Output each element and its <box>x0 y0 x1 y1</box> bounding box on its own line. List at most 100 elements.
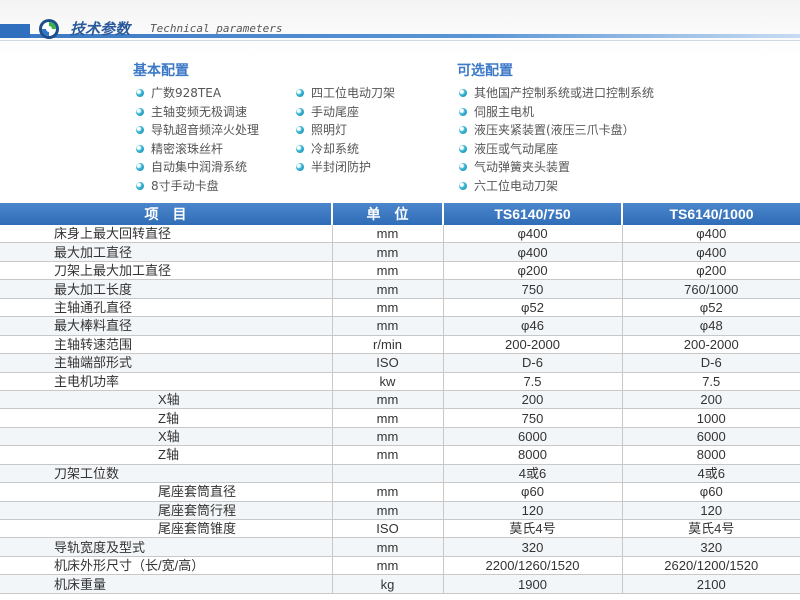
table-row: Z轴 mm 8000 8000 <box>0 445 800 465</box>
row-unit-cell: mm <box>332 427 444 447</box>
row-value-750-cell: 750 <box>443 279 623 299</box>
config-item-label: 照明灯 <box>311 123 348 138</box>
row-value-750: 4或6 <box>518 465 547 481</box>
table-row: 主轴转速范围 r/min 200-2000 200-2000 <box>0 335 800 355</box>
row-item-cell: X轴 <box>0 427 333 447</box>
row-item: 最大加工长度 <box>54 281 133 297</box>
row-unit-cell: mm <box>332 445 444 465</box>
row-value-1000: 8000 <box>696 447 726 463</box>
config-item-label: 液压夹紧装置(液压三爪卡盘） <box>474 123 635 138</box>
config-item-label: 四工位电动刀架 <box>311 86 396 100</box>
row-item: 主电机功率 <box>54 373 120 389</box>
row-value-1000-cell: 120 <box>622 501 800 521</box>
row-value-1000-cell: φ48 <box>622 316 800 336</box>
row-value-750-cell: 6000 <box>443 427 623 447</box>
header-accent-block <box>0 24 30 38</box>
row-value-1000: 2100 <box>696 576 726 592</box>
row-value-1000: 760/1000 <box>684 281 739 297</box>
blue-dot-bullet-icon <box>459 163 467 172</box>
config-item: 手动尾座 <box>296 103 395 122</box>
row-value-750: 8000 <box>518 447 547 463</box>
row-value-1000-cell: φ400 <box>622 242 800 262</box>
row-item-cell: 主轴转速范围 <box>0 335 333 355</box>
blue-dot-bullet-icon <box>296 144 304 153</box>
row-value-1000-cell: 8000 <box>622 445 800 465</box>
blue-dot-bullet-icon <box>136 126 144 135</box>
row-value-750-cell: φ60 <box>443 482 623 502</box>
table-row: X轴 mm 200 200 <box>0 390 800 410</box>
row-unit: mm <box>376 502 399 518</box>
optional-config-title: 可选配置 <box>457 63 513 79</box>
row-unit-cell: mm <box>332 408 444 428</box>
row-value-750-cell: 4或6 <box>443 464 623 484</box>
row-item-cell: 最大棒料直径 <box>0 316 333 336</box>
row-value-1000: 莫氏4号 <box>688 521 735 537</box>
config-item: 照明灯 <box>296 121 395 140</box>
row-value-750: φ400 <box>517 244 548 260</box>
row-unit-cell: mm <box>332 279 444 299</box>
config-item: 主轴变频无极调速 <box>136 103 259 122</box>
config-item: 四工位电动刀架 <box>296 84 395 103</box>
row-value-1000: 320 <box>700 539 723 555</box>
row-value-1000: φ200 <box>696 263 727 279</box>
row-value-750-cell: 莫氏4号 <box>443 519 623 539</box>
config-item-label: 液压或气动尾座 <box>474 141 559 156</box>
row-value-750: D-6 <box>522 355 543 371</box>
row-value-1000: 120 <box>700 502 723 518</box>
row-value-1000: 1000 <box>696 410 726 426</box>
row-unit-cell: kg <box>332 574 444 594</box>
row-value-750: 7.5 <box>523 373 542 389</box>
row-value-750-cell: 320 <box>443 537 623 557</box>
row-unit-cell: mm <box>332 482 444 502</box>
table-row: 主轴通孔直径 mm φ52 φ52 <box>0 298 800 318</box>
row-value-750: φ60 <box>521 484 544 500</box>
row-unit-cell: mm <box>332 390 444 410</box>
blue-dot-bullet-icon <box>459 181 467 190</box>
header-divider <box>0 40 800 41</box>
config-item: 液压或气动尾座 <box>459 140 654 159</box>
config-item-label: 伺服主电机 <box>474 104 535 119</box>
row-item-cell: X轴 <box>0 390 333 410</box>
spec-table-body: 床身上最大回转直径 mm φ400 φ400 最大加工直径 mm φ400 φ400 刀架上最大… <box>0 225 800 594</box>
config-item: 导轨超音频淬火处理 <box>136 121 259 140</box>
row-value-1000: 2620/1200/1520 <box>664 558 759 574</box>
blue-dot-bullet-icon <box>296 107 304 116</box>
config-item-label: 广数928TEA <box>151 86 222 100</box>
row-unit-cell: ISO <box>332 519 444 539</box>
table-row: 机床重量 kg 1900 2100 <box>0 574 800 594</box>
row-item-cell: 主轴通孔直径 <box>0 298 333 318</box>
row-value-750: 莫氏4号 <box>509 521 556 537</box>
row-item: 最大加工直径 <box>54 244 133 260</box>
row-value-1000-cell: 200-2000 <box>622 335 800 355</box>
row-value-1000: 6000 <box>696 429 726 445</box>
row-value-750: 750 <box>521 281 544 297</box>
row-value-1000: 4或6 <box>697 465 725 481</box>
table-row: X轴 mm 6000 6000 <box>0 427 800 447</box>
row-unit: mm <box>376 299 399 315</box>
row-value-1000-cell: 6000 <box>622 427 800 447</box>
config-item: 半封闭防护 <box>296 158 395 177</box>
config-item-label: 手动尾座 <box>311 104 360 119</box>
page-title: 技术参数 <box>70 20 131 38</box>
row-value-1000-cell: 7.5 <box>622 372 800 391</box>
blue-dot-bullet-icon <box>296 126 304 135</box>
row-value-750: 320 <box>521 539 544 555</box>
row-value-1000: D-6 <box>700 355 722 371</box>
row-item-cell: Z轴 <box>0 445 333 465</box>
config-item: 气动弹簧夹头装置 <box>459 158 654 177</box>
row-unit-cell: kw <box>332 372 444 391</box>
row-value-750: φ52 <box>521 299 544 315</box>
row-unit-cell: mm <box>332 242 444 262</box>
row-item: 最大棒料直径 <box>54 318 133 334</box>
config-item-label: 冷却系统 <box>311 141 360 156</box>
row-item: Z轴 <box>158 410 179 426</box>
config-item: 精密滚珠丝杆 <box>136 140 259 159</box>
config-item-label: 六工位电动刀架 <box>474 178 559 193</box>
row-value-750: 1900 <box>518 576 547 592</box>
row-item: 尾座套筒行程 <box>158 502 237 518</box>
row-value-750: φ200 <box>517 263 548 279</box>
row-value-750-cell: 200 <box>443 390 623 410</box>
row-item-cell: 刀架工位数 <box>0 464 333 484</box>
row-value-1000-cell: 莫氏4号 <box>622 519 800 539</box>
row-value-750-cell: φ200 <box>443 261 623 281</box>
